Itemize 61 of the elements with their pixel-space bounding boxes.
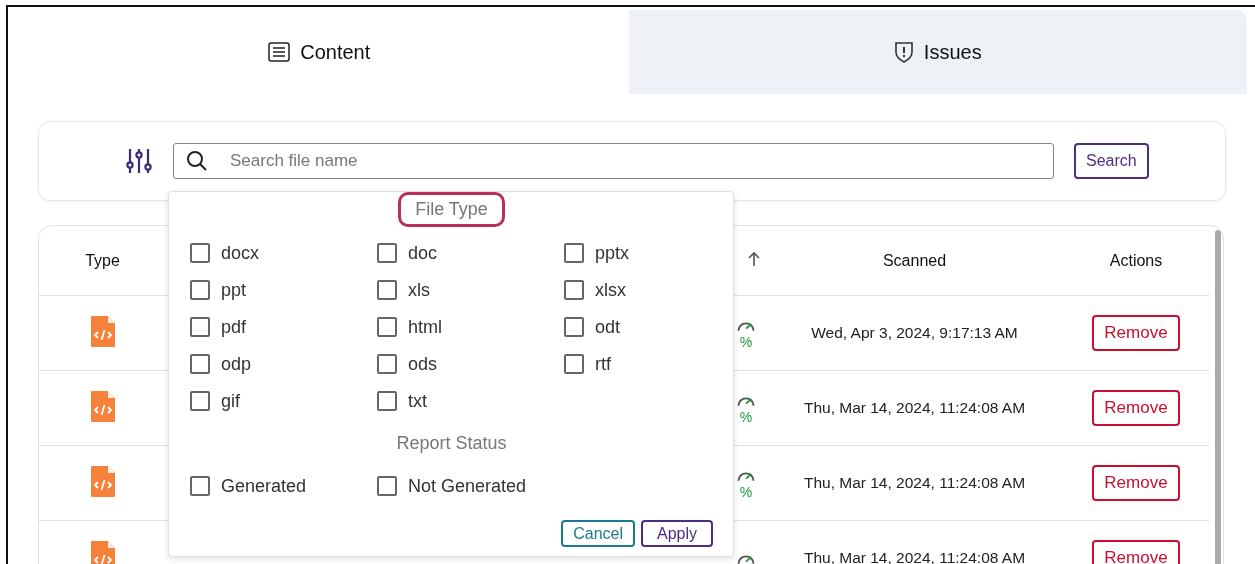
scrollbar[interactable] (1215, 230, 1221, 564)
column-header: Actions (1109, 251, 1163, 270)
remove-button[interactable]: Remove (1092, 315, 1180, 351)
code-file-icon (89, 314, 116, 348)
column-header: Scanned (882, 251, 947, 270)
scanned-date: Wed, Apr 3, 2024, 9:17:13 AM (811, 324, 1018, 342)
checkbox[interactable] (190, 354, 210, 374)
checkbox-option[interactable]: pptx (564, 241, 714, 265)
search-icon (186, 150, 208, 172)
score-text: % (739, 409, 753, 424)
checkbox-option[interactable]: odp (190, 352, 377, 376)
sort-arrow-icon[interactable] (747, 250, 761, 267)
checkbox-option[interactable]: html (377, 315, 564, 339)
checkbox-option[interactable]: gif (190, 389, 377, 413)
score-text: % (739, 484, 753, 499)
checkbox[interactable] (564, 243, 584, 263)
scanned-date: Thu, Mar 14, 2024, 11:24:08 AM (803, 399, 1026, 417)
checkbox[interactable] (564, 354, 584, 374)
code-file-icon (89, 389, 116, 423)
checkbox[interactable] (377, 243, 397, 263)
remove-button[interactable]: Remove (1092, 540, 1180, 564)
checkbox[interactable] (190, 317, 210, 337)
file-type-title: File Type (398, 192, 505, 227)
checkbox-option[interactable]: rtf (564, 352, 714, 376)
tab[interactable]: Issues (628, 10, 1247, 94)
checkbox-option[interactable]: docx (190, 241, 377, 265)
document-icon (268, 42, 291, 62)
checkbox-option[interactable]: Generated (190, 474, 377, 498)
checkbox-option[interactable]: pdf (190, 315, 377, 339)
checkbox-option[interactable]: ppt (190, 278, 377, 302)
column-header: Type (85, 251, 120, 270)
checkbox[interactable] (377, 317, 397, 337)
checkbox-option[interactable]: odt (564, 315, 714, 339)
search-button[interactable]: Search (1074, 143, 1149, 179)
apply-button[interactable]: Apply (641, 520, 713, 547)
checkbox[interactable] (564, 317, 584, 337)
report-status-title: Report Status (396, 433, 507, 454)
checkbox[interactable] (190, 391, 210, 411)
filter-icon[interactable] (125, 147, 153, 175)
checkbox[interactable] (190, 280, 210, 300)
scanned-date: Thu, Mar 14, 2024, 11:24:08 AM (803, 474, 1026, 492)
remove-button[interactable]: Remove (1092, 390, 1180, 426)
checkbox[interactable] (377, 476, 397, 496)
remove-button[interactable]: Remove (1092, 465, 1180, 501)
checkbox[interactable] (377, 391, 397, 411)
checkbox[interactable] (377, 280, 397, 300)
checkbox-option[interactable]: xls (377, 278, 564, 302)
checkbox[interactable] (564, 280, 584, 300)
score-text: % (739, 334, 753, 349)
checkbox-option[interactable]: Not Generated (377, 474, 564, 498)
checkbox[interactable] (190, 243, 210, 263)
checkbox-option[interactable]: ods (377, 352, 564, 376)
shield-icon (893, 40, 914, 64)
checkbox-option[interactable]: doc (377, 241, 564, 265)
checkbox-option[interactable]: xlsx (564, 278, 714, 302)
checkbox-option[interactable]: txt (377, 389, 564, 413)
cancel-button[interactable]: Cancel (561, 520, 635, 547)
checkbox[interactable] (190, 476, 210, 496)
code-file-icon (89, 464, 116, 498)
search-field[interactable]: Search file name (173, 143, 1054, 179)
checkbox[interactable] (377, 354, 397, 374)
